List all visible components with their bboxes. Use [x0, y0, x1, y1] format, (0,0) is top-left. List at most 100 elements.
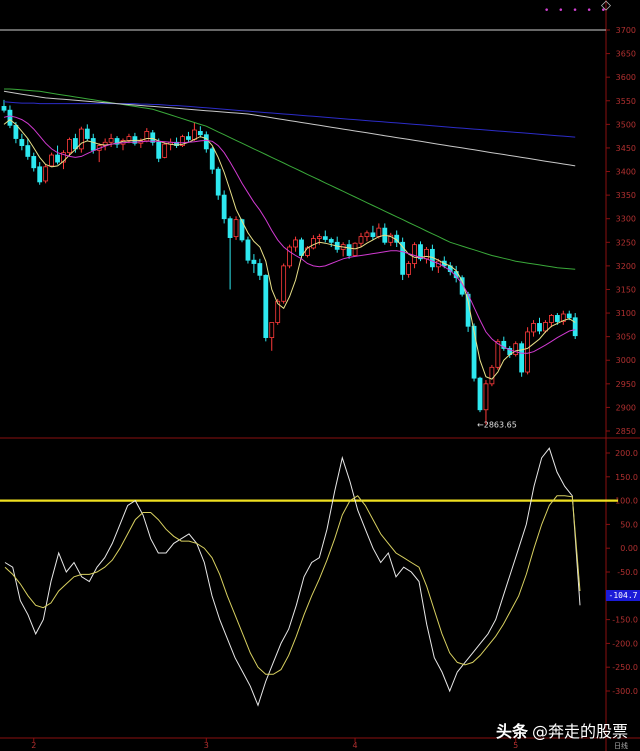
- candle-up: [316, 236, 322, 239]
- candle-down: [186, 136, 191, 140]
- candle-down: [251, 259, 257, 264]
- candle-down: [346, 244, 352, 256]
- osc-tick-label: -200.0: [612, 639, 638, 648]
- candle-up: [293, 239, 298, 248]
- moving-average-line: [3, 115, 576, 354]
- candle-up: [358, 236, 364, 244]
- candle-down: [263, 274, 269, 338]
- candle-down: [566, 313, 572, 319]
- candle-down: [554, 315, 560, 322]
- candle-down: [239, 219, 245, 241]
- candle-down: [370, 232, 376, 238]
- candle-down: [519, 343, 525, 373]
- candle-down: [572, 317, 578, 337]
- candle-up: [412, 244, 417, 264]
- price-tick-label: 2900: [616, 403, 636, 412]
- candle-up: [513, 343, 519, 355]
- candle-up: [233, 219, 239, 238]
- moving-average-line: [3, 90, 576, 167]
- candle-up: [549, 315, 554, 323]
- candle-up: [376, 227, 382, 238]
- stock-chart: 2850 2900 2950 3000 3050 3100 3150 3200 3250 3300…: [0, 0, 640, 751]
- osc-tick-label: 150.0: [615, 473, 638, 482]
- candle-down: [537, 323, 542, 332]
- candle-down: [215, 168, 221, 196]
- osc-tick-label: 0.00: [620, 544, 638, 553]
- candle-down: [55, 154, 60, 163]
- candle-up: [191, 129, 197, 140]
- candle-down: [209, 148, 215, 170]
- candle-down: [299, 239, 304, 256]
- price-tick-label: 3150: [616, 285, 636, 294]
- candle-down: [221, 194, 227, 220]
- candle-up: [424, 248, 429, 260]
- candle-up: [162, 143, 168, 158]
- price-tick-label: 3700: [616, 26, 636, 35]
- candle-up: [108, 138, 114, 143]
- oscillator-current-value-badge: -104.7: [606, 590, 640, 601]
- candle-up: [78, 128, 84, 150]
- osc-tick-label: -250.0: [612, 663, 638, 672]
- candle-up: [67, 139, 72, 154]
- price-tick-label: 3050: [616, 333, 636, 342]
- osc-tick-label: 50.0: [620, 520, 638, 529]
- price-tick-label: 2950: [616, 380, 636, 389]
- watermark-brand: 头条: [495, 722, 528, 741]
- watermark-text: @奔走的股票: [531, 722, 628, 741]
- candle-up: [531, 323, 536, 333]
- candle-up: [126, 136, 132, 141]
- candle-up: [281, 265, 287, 302]
- price-tick-label: 3600: [616, 73, 636, 82]
- osc-tick-label: -50.0: [617, 568, 638, 577]
- price-tick-label: 3250: [616, 238, 636, 247]
- watermark: 头条 @奔走的股票: [496, 718, 628, 742]
- candle-down: [477, 377, 483, 411]
- x-tick-label: 4: [353, 741, 358, 750]
- candle-down: [245, 239, 251, 261]
- candle-down: [227, 218, 233, 238]
- candle-up: [364, 232, 370, 238]
- price-tick-label: 3300: [616, 215, 636, 224]
- candle-down: [203, 134, 209, 150]
- price-tick-label: 3500: [616, 120, 636, 129]
- candle-down: [25, 145, 31, 157]
- x-tick-label: 5: [513, 741, 518, 750]
- oscillator-line: [4, 495, 581, 675]
- candle-down: [84, 128, 90, 139]
- candle-down: [31, 156, 37, 169]
- indicator-dots: • • • • •: [544, 6, 609, 16]
- x-tick-label: 3: [204, 741, 209, 750]
- low-price-annotation: ←2863.65: [477, 420, 517, 429]
- candle-down: [19, 139, 25, 146]
- candle-down: [37, 166, 43, 183]
- price-tick-label: 3450: [616, 144, 636, 153]
- candle-down: [90, 138, 96, 151]
- price-tick-label: 3350: [616, 191, 636, 200]
- price-tick-label: 3200: [616, 262, 636, 271]
- moving-average-line: [4, 88, 576, 270]
- candle-up: [287, 246, 293, 267]
- candle-up: [525, 331, 530, 373]
- candle-up: [49, 154, 54, 167]
- diamond-icon[interactable]: ◇: [601, 0, 611, 13]
- price-tick-label: 3100: [616, 309, 636, 318]
- candle-down: [257, 263, 263, 276]
- price-tick-label: 3550: [616, 97, 636, 106]
- period-label[interactable]: 日线: [614, 741, 628, 751]
- price-tick-label: 3650: [616, 50, 636, 59]
- candle-down: [13, 124, 19, 139]
- candle-up: [269, 322, 275, 338]
- x-tick-label: 2: [31, 741, 36, 750]
- candle-down: [197, 131, 203, 136]
- candle-down: [156, 141, 162, 159]
- price-tick-label: 3000: [616, 356, 636, 365]
- osc-tick-label: 200.0: [615, 449, 638, 458]
- osc-tick-label: -150.0: [612, 616, 638, 625]
- candle-down: [322, 236, 328, 240]
- candle-down: [7, 109, 13, 126]
- candle-up: [310, 238, 316, 249]
- price-tick-label: 3400: [616, 168, 636, 177]
- candle-up: [543, 322, 548, 332]
- candle-up: [406, 263, 412, 275]
- price-tick-label: 2850: [616, 427, 636, 436]
